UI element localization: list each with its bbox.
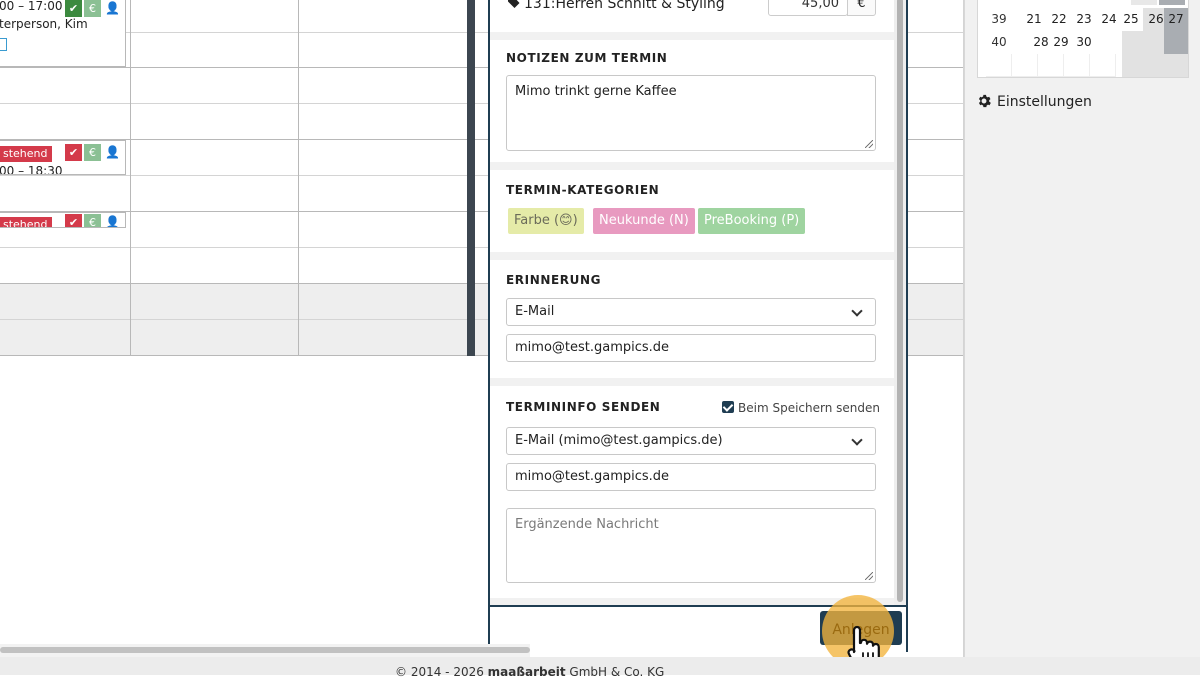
reminder-section: ERINNERUNG E-Mail mimo@test.gampics.de bbox=[490, 260, 894, 378]
additional-message-textarea[interactable]: Ergänzende Nachricht bbox=[506, 508, 876, 583]
notes-textarea[interactable]: Mimo trinkt gerne Kaffee bbox=[506, 75, 876, 151]
confirmed-icon: ✔ bbox=[65, 144, 82, 161]
grid-column-line bbox=[130, 0, 131, 356]
notes-section: NOTIZEN ZUM TERMIN Mimo trinkt gerne Kaf… bbox=[490, 40, 894, 162]
service-row: 131:Herren Schnitt & Styling bbox=[508, 0, 725, 12]
appointment-time: 00 – 18:30 bbox=[0, 164, 63, 175]
mini-calendar-cell bbox=[1038, 54, 1064, 77]
service-name: 131:Herren Schnitt & Styling bbox=[524, 0, 725, 12]
categories-section: TERMIN-KATEGORIEN Farbe (😊) Neukunde (N)… bbox=[490, 170, 894, 252]
notes-title: NOTIZEN ZUM TERMIN bbox=[506, 51, 668, 65]
person-check-icon: 👤 bbox=[105, 145, 120, 159]
mini-calendar-day-selected[interactable]: 27 bbox=[1164, 8, 1188, 31]
mini-calendar-day[interactable]: 30 bbox=[1071, 31, 1097, 54]
status-badge: stehend bbox=[0, 217, 52, 227]
mini-calendar-cell bbox=[1090, 54, 1116, 77]
categories-title: TERMIN-KATEGORIEN bbox=[506, 183, 660, 197]
category-chip-neukunde[interactable]: Neukunde (N) bbox=[593, 208, 695, 234]
mini-calendar-cell bbox=[986, 54, 1012, 77]
category-chip-prebooking[interactable]: PreBooking (P) bbox=[698, 208, 806, 234]
grid-column-line bbox=[298, 0, 299, 356]
reminder-method-value: E-Mail bbox=[515, 304, 555, 319]
send-on-save-label: Beim Speichern senden bbox=[738, 401, 880, 415]
mini-calendar-day[interactable]: 21 bbox=[1021, 8, 1047, 31]
appointment-person: terperson, Kim bbox=[0, 17, 88, 31]
company-brand: maaßarbeit bbox=[487, 665, 566, 679]
person-check-icon: 👤 bbox=[105, 1, 120, 15]
checkbox-checked-icon bbox=[722, 401, 734, 413]
resize-grip-icon bbox=[865, 572, 873, 580]
reminder-title: ERINNERUNG bbox=[506, 273, 602, 287]
service-section: 131:Herren Schnitt & Styling 45,00 € bbox=[490, 0, 894, 32]
chevron-down-icon bbox=[851, 305, 863, 317]
modal-scroll-area: 131:Herren Schnitt & Styling 45,00 € NOT… bbox=[490, 0, 894, 605]
notes-value: Mimo trinkt gerne Kaffee bbox=[515, 84, 677, 99]
euro-icon: € bbox=[84, 0, 101, 17]
appointment-modal: 131:Herren Schnitt & Styling 45,00 € NOT… bbox=[488, 0, 908, 652]
send-on-save-checkbox[interactable]: Beim Speichern senden bbox=[722, 401, 880, 415]
settings-link[interactable]: Einstellungen bbox=[977, 94, 1092, 110]
resource-column-divider bbox=[467, 0, 475, 356]
copyright-text: © 2014 - 2026 maaßarbeit GmbH & Co. KG bbox=[395, 665, 664, 679]
mini-calendar-cell bbox=[1064, 54, 1090, 77]
sidebar: 39 21 22 23 24 25 26 27 40 28 29 30 Eins… bbox=[964, 0, 1200, 657]
additional-message-placeholder: Ergänzende Nachricht bbox=[515, 517, 659, 532]
copyright-suffix: GmbH & Co. KG bbox=[565, 665, 665, 679]
mini-calendar-cell bbox=[1012, 54, 1038, 77]
calendar-appointment[interactable]: stehend ✔ € 👤 bbox=[0, 212, 126, 228]
appointment-time: 00 – 17:00 bbox=[0, 0, 63, 13]
mini-calendar-cell bbox=[1131, 0, 1157, 5]
modal-scrollbar-thumb[interactable] bbox=[897, 0, 903, 602]
mini-calendar-day[interactable]: 25 bbox=[1118, 8, 1144, 31]
settings-label: Einstellungen bbox=[997, 94, 1092, 110]
mini-calendar-week-number: 39 bbox=[991, 12, 1007, 26]
price-input[interactable]: 45,00 bbox=[768, 0, 848, 16]
mini-calendar-cell bbox=[1164, 54, 1188, 77]
mini-calendar: 39 21 22 23 24 25 26 27 40 28 29 30 bbox=[977, 0, 1189, 78]
horizontal-scrollbar-thumb[interactable] bbox=[0, 647, 530, 653]
calendar-appointment[interactable]: 00 – 17:00 ✔ € 👤 terperson, Kim bbox=[0, 0, 126, 67]
copyright-prefix: © 2014 - 2026 bbox=[395, 665, 488, 679]
appointment-marker-icon bbox=[0, 38, 7, 51]
chevron-down-icon bbox=[851, 434, 863, 446]
price-currency: € bbox=[847, 0, 876, 16]
euro-icon: € bbox=[84, 144, 101, 161]
confirmed-icon: ✔ bbox=[65, 214, 82, 227]
mini-calendar-cell bbox=[1159, 0, 1185, 5]
mini-calendar-week-number: 40 bbox=[991, 35, 1007, 49]
person-check-icon: 👤 bbox=[105, 215, 120, 228]
terminfo-method-value: E-Mail (mimo@test.gampics.de) bbox=[515, 433, 723, 448]
terminfo-section: TERMININFO SENDEN Beim Speichern senden … bbox=[490, 386, 894, 598]
status-badge: stehend bbox=[0, 146, 52, 162]
reminder-method-select[interactable]: E-Mail bbox=[506, 298, 876, 326]
gear-icon bbox=[978, 94, 991, 108]
mini-calendar-day[interactable]: 23 bbox=[1071, 8, 1097, 31]
tag-icon bbox=[508, 0, 520, 12]
euro-icon: € bbox=[84, 214, 101, 227]
resize-grip-icon bbox=[865, 140, 873, 148]
calendar-appointment[interactable]: stehend ✔ € 👤 00 – 18:30 bbox=[0, 140, 126, 175]
terminfo-method-select[interactable]: E-Mail (mimo@test.gampics.de) bbox=[506, 427, 876, 455]
mini-calendar-day[interactable] bbox=[1164, 31, 1188, 54]
terminfo-email-input[interactable]: mimo@test.gampics.de bbox=[506, 463, 876, 491]
mini-calendar-day[interactable]: 22 bbox=[1046, 8, 1072, 31]
category-chip-farbe[interactable]: Farbe (😊) bbox=[508, 208, 584, 234]
confirmed-icon: ✔ bbox=[65, 0, 82, 17]
mini-calendar-day[interactable] bbox=[1096, 31, 1122, 54]
reminder-email-input[interactable]: mimo@test.gampics.de bbox=[506, 334, 876, 362]
terminfo-title: TERMININFO SENDEN bbox=[506, 400, 661, 414]
